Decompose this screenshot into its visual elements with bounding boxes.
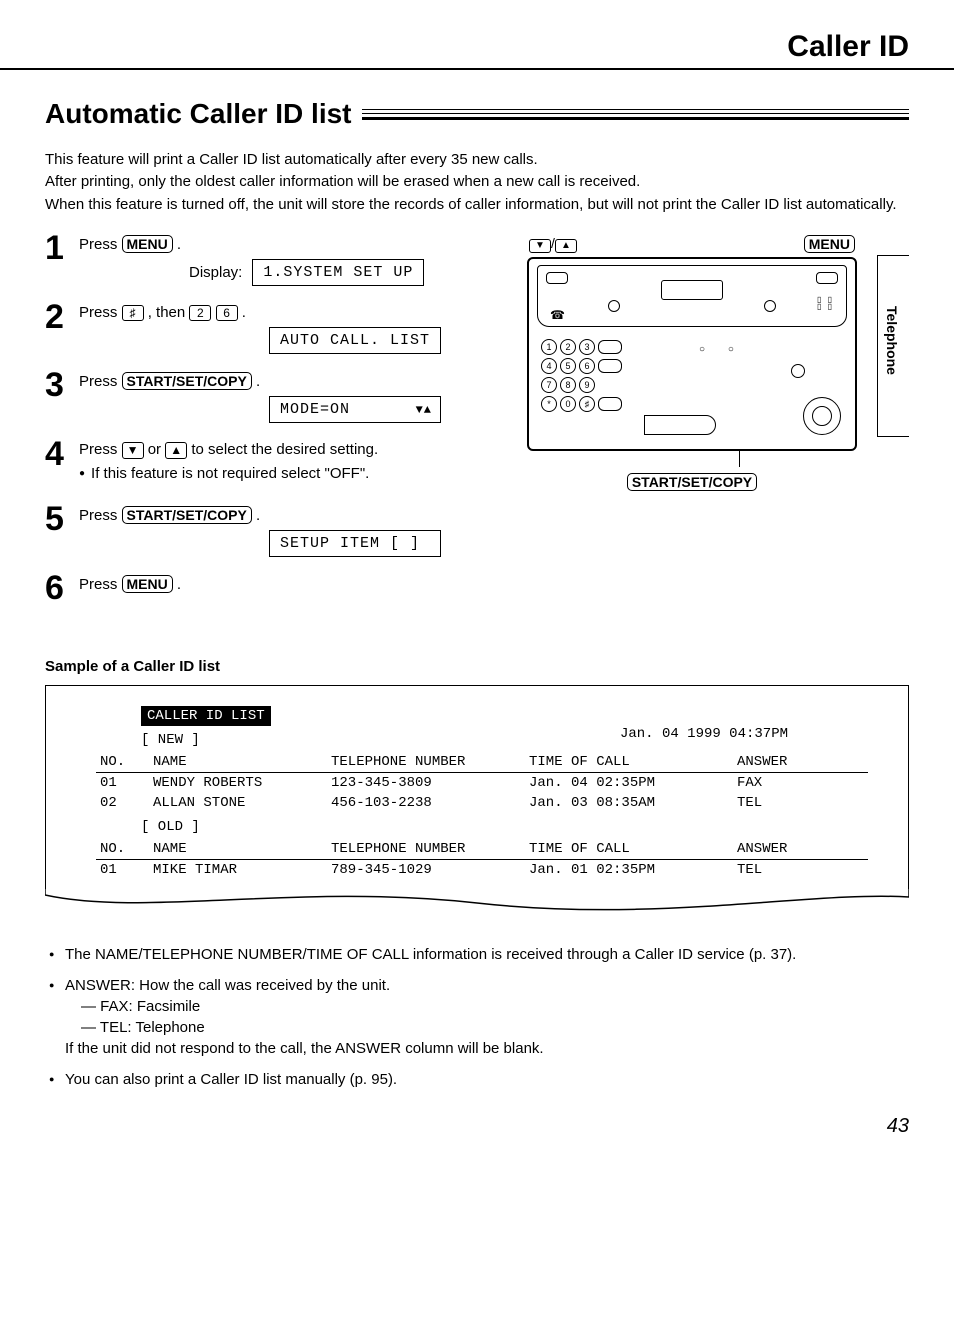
page-number: 43 <box>45 1115 909 1138</box>
step-text: to select the desired setting. <box>191 441 378 458</box>
torn-edge-icon <box>45 889 909 919</box>
old-calls-table: NO. NAME TELEPHONE NUMBER TIME OF CALL A… <box>96 839 868 880</box>
lcd-display: 1.SYSTEM SET UP <box>252 259 424 286</box>
step-4: 4 Press ▼ or ▲ to select the desired set… <box>45 441 507 487</box>
note-item: The NAME/TELEPHONE NUMBER/TIME OF CALL i… <box>49 944 909 965</box>
note-sub: TEL: Telephone <box>81 1019 205 1036</box>
table-row: 02 ALLAN STONE 456-103-2238 Jan. 03 08:3… <box>96 793 868 813</box>
step-6: 6 Press MENU . <box>45 575 507 605</box>
intro-block: This feature will print a Caller ID list… <box>45 150 909 215</box>
step-text: . <box>256 507 260 524</box>
menu-key: MENU <box>122 575 173 593</box>
running-head: Caller ID <box>45 30 909 64</box>
page-title: Automatic Caller ID list <box>45 98 352 130</box>
note-sub: If the unit did not respond to the call,… <box>65 1038 909 1059</box>
note-item: ANSWER: How the call was received by the… <box>49 975 909 1059</box>
hash-key: ♯ <box>122 305 144 321</box>
note-sub: FAX: Facsimile <box>81 998 200 1015</box>
new-calls-table: NO. NAME TELEPHONE NUMBER TIME OF CALL A… <box>96 752 868 813</box>
step-number: 2 <box>45 300 79 334</box>
col-ans: ANSWER <box>733 839 868 860</box>
step-number: 6 <box>45 571 79 605</box>
step-number: 5 <box>45 502 79 536</box>
step-3: 3 Press START/SET/COPY . MODE=ON ▼▲ <box>45 372 507 423</box>
step-5: 5 Press START/SET/COPY . SETUP ITEM [ ] <box>45 506 507 557</box>
col-ans: ANSWER <box>733 752 868 773</box>
lcd-display: MODE=ON ▼▲ <box>269 396 441 423</box>
table-row: 01 WENDY ROBERTS 123-345-3809 Jan. 04 02… <box>96 772 868 793</box>
step-text: . <box>242 304 246 321</box>
keypad-icon: 123 456 789 *0♯ <box>541 339 622 415</box>
col-name: NAME <box>149 839 327 860</box>
col-time: TIME OF CALL <box>525 752 733 773</box>
intro-line: When this feature is turned off, the uni… <box>45 195 909 215</box>
step-number: 1 <box>45 231 79 265</box>
menu-key-label: MENU <box>804 235 855 253</box>
sample-heading: Sample of a Caller ID list <box>45 658 909 675</box>
col-no: NO. <box>96 752 149 773</box>
step-text: , then <box>148 304 190 321</box>
section-tab-label: Telephone <box>884 306 900 375</box>
step-text: or <box>148 441 166 458</box>
down-arrow-key-icon: ▼ <box>529 239 551 253</box>
old-section-label: [ OLD ] <box>141 819 868 835</box>
note-item: You can also print a Caller ID list manu… <box>49 1069 909 1090</box>
col-name: NAME <box>149 752 327 773</box>
step-text: Press <box>79 441 122 458</box>
col-tel: TELEPHONE NUMBER <box>327 839 525 860</box>
lcd-arrows-icon: ▼▲ <box>416 403 432 417</box>
step-number: 4 <box>45 437 79 471</box>
lcd-display: AUTO CALL. LIST <box>269 327 441 354</box>
down-arrow-key: ▼ <box>122 442 144 458</box>
step-text: Press <box>79 576 122 593</box>
display-label: Display: <box>189 264 242 281</box>
title-rule <box>362 109 909 120</box>
caller-id-list-title: CALLER ID LIST <box>141 706 271 726</box>
top-rule <box>0 68 954 70</box>
step-text: . <box>177 236 181 253</box>
device-illustration: ▼/▲ MENU ☎ ▯ ▯▯ ▯ 123 456 789 *0♯ <box>527 235 857 623</box>
col-tel: TELEPHONE NUMBER <box>327 752 525 773</box>
start-set-copy-label: START/SET/COPY <box>627 473 757 491</box>
lcd-display: SETUP ITEM [ ] <box>269 530 441 557</box>
start-set-copy-key: START/SET/COPY <box>122 506 252 524</box>
step-text: Press <box>79 304 122 321</box>
table-row: 01 MIKE TIMAR 789-345-1029 Jan. 01 02:35… <box>96 859 868 880</box>
intro-line: This feature will print a Caller ID list… <box>45 150 909 170</box>
col-time: TIME OF CALL <box>525 839 733 860</box>
two-key: 2 <box>189 305 211 321</box>
section-tab: Telephone <box>877 255 909 437</box>
intro-line: After printing, only the oldest caller i… <box>45 172 909 192</box>
print-timestamp: Jan. 04 1999 04:37PM <box>620 726 788 742</box>
step-text: . <box>177 576 181 593</box>
fax-device-icon: ☎ ▯ ▯▯ ▯ 123 456 789 *0♯ ○ ○ <box>527 257 857 451</box>
start-set-copy-key: START/SET/COPY <box>122 372 252 390</box>
lcd-text: MODE=ON <box>280 401 350 418</box>
up-arrow-key-icon: ▲ <box>555 239 577 253</box>
col-no: NO. <box>96 839 149 860</box>
step-2: 2 Press ♯ , then 2 6 . AUTO CALL. LIST <box>45 304 507 354</box>
step-sub-bullet: If this feature is not required select "… <box>79 465 507 482</box>
step-text: Press <box>79 236 122 253</box>
up-arrow-key: ▲ <box>165 442 187 458</box>
step-text: Press <box>79 507 122 524</box>
step-text: . <box>256 373 260 390</box>
footnotes: The NAME/TELEPHONE NUMBER/TIME OF CALL i… <box>45 944 909 1090</box>
menu-key: MENU <box>122 235 173 253</box>
step-text: Press <box>79 373 122 390</box>
six-key: 6 <box>216 305 238 321</box>
sample-printout: CALLER ID LIST Jan. 04 1999 04:37PM [ NE… <box>45 685 909 890</box>
step-number: 3 <box>45 368 79 402</box>
step-1: 1 Press MENU . Display: 1.SYSTEM SET UP <box>45 235 507 286</box>
